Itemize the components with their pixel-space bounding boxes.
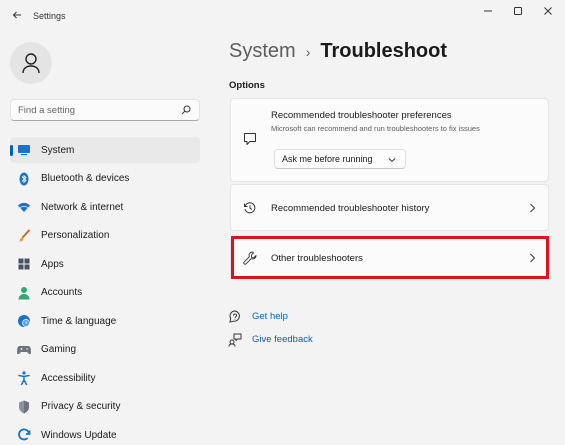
get-help-label: Get help xyxy=(252,311,288,322)
sidebar-item-personalization[interactable]: Personalization xyxy=(10,223,200,249)
sidebar-item-label: Windows Update xyxy=(41,429,117,441)
breadcrumb-parent[interactable]: System xyxy=(229,40,296,63)
update-icon xyxy=(17,428,31,442)
sidebar-item-privacy[interactable]: Privacy & security xyxy=(10,394,200,420)
person-icon xyxy=(22,53,40,74)
sidebar-item-label: System xyxy=(41,144,75,156)
preferences-subtitle: Microsoft can recommend and run troubles… xyxy=(271,124,480,133)
back-arrow-icon[interactable] xyxy=(8,6,26,24)
history-icon xyxy=(242,200,258,216)
system-icon xyxy=(17,143,31,157)
search-icon[interactable] xyxy=(180,104,192,116)
chat-icon xyxy=(242,131,258,147)
sidebar-item-label: Accounts xyxy=(41,287,83,298)
history-title: Recommended troubleshooter history xyxy=(271,203,430,214)
gamepad-icon xyxy=(17,343,31,357)
shield-icon xyxy=(17,400,31,414)
minimize-icon[interactable] xyxy=(474,2,502,20)
sidebar-item-time-language[interactable]: Time & language xyxy=(10,308,200,334)
get-help-link[interactable]: Get help xyxy=(228,305,313,328)
sidebar-item-label: Apps xyxy=(41,258,64,270)
sidebar-item-network[interactable]: Network & internet xyxy=(10,194,200,220)
sidebar-item-system[interactable]: System xyxy=(10,137,200,163)
sidebar-nav: System Bluetooth & devices Network & int… xyxy=(10,137,200,445)
sidebar-item-accounts[interactable]: Accounts xyxy=(10,280,200,306)
search-input[interactable] xyxy=(18,104,180,116)
sidebar-item-windows-update[interactable]: Windows Update xyxy=(10,422,200,445)
help-icon xyxy=(228,309,242,324)
accounts-icon xyxy=(17,286,31,300)
bluetooth-icon xyxy=(17,172,31,186)
sidebar-item-label: Privacy & security xyxy=(41,401,121,412)
breadcrumb: System › Troubleshoot xyxy=(229,40,447,63)
sidebar-item-label: Accessibility xyxy=(41,372,96,384)
preferences-title: Recommended troubleshooter preferences xyxy=(271,110,452,121)
search-box[interactable] xyxy=(10,99,200,121)
window-title: Settings xyxy=(33,11,66,21)
feedback-icon xyxy=(228,333,242,347)
title-bar: Settings xyxy=(0,0,565,32)
section-label: Options xyxy=(229,80,265,91)
sidebar-item-apps[interactable]: Apps xyxy=(10,251,200,277)
avatar[interactable] xyxy=(10,42,52,84)
sidebar-item-gaming[interactable]: Gaming xyxy=(10,337,200,363)
maximize-icon[interactable] xyxy=(504,2,532,20)
sidebar-item-label: Network & internet xyxy=(41,201,124,213)
preferences-dropdown[interactable]: Ask me before running xyxy=(274,149,406,169)
give-feedback-label: Give feedback xyxy=(252,334,313,345)
dropdown-value: Ask me before running xyxy=(282,154,373,164)
chevron-right-icon xyxy=(527,203,537,213)
brush-icon xyxy=(17,229,31,243)
wifi-icon xyxy=(17,200,31,214)
sidebar-item-label: Personalization xyxy=(41,230,110,241)
sidebar-item-accessibility[interactable]: Accessibility xyxy=(10,365,200,391)
sidebar-item-label: Bluetooth & devices xyxy=(41,173,130,184)
sidebar-item-bluetooth[interactable]: Bluetooth & devices xyxy=(10,166,200,192)
preferences-card: Recommended troubleshooter preferences M… xyxy=(230,98,549,182)
help-links: Get help Give feedback xyxy=(228,305,313,351)
chevron-down-icon xyxy=(388,156,396,164)
breadcrumb-separator-icon: › xyxy=(305,43,311,60)
give-feedback-link[interactable]: Give feedback xyxy=(228,328,313,351)
close-icon[interactable] xyxy=(534,2,562,20)
highlight-box xyxy=(231,236,549,279)
history-card[interactable]: Recommended troubleshooter history xyxy=(230,184,549,231)
page-title: Troubleshoot xyxy=(320,40,448,62)
apps-icon xyxy=(17,257,31,271)
sidebar-item-label: Gaming xyxy=(41,344,77,355)
accessibility-icon xyxy=(17,371,31,385)
sidebar-item-label: Time & language xyxy=(41,315,117,327)
globe-clock-icon xyxy=(17,314,31,328)
